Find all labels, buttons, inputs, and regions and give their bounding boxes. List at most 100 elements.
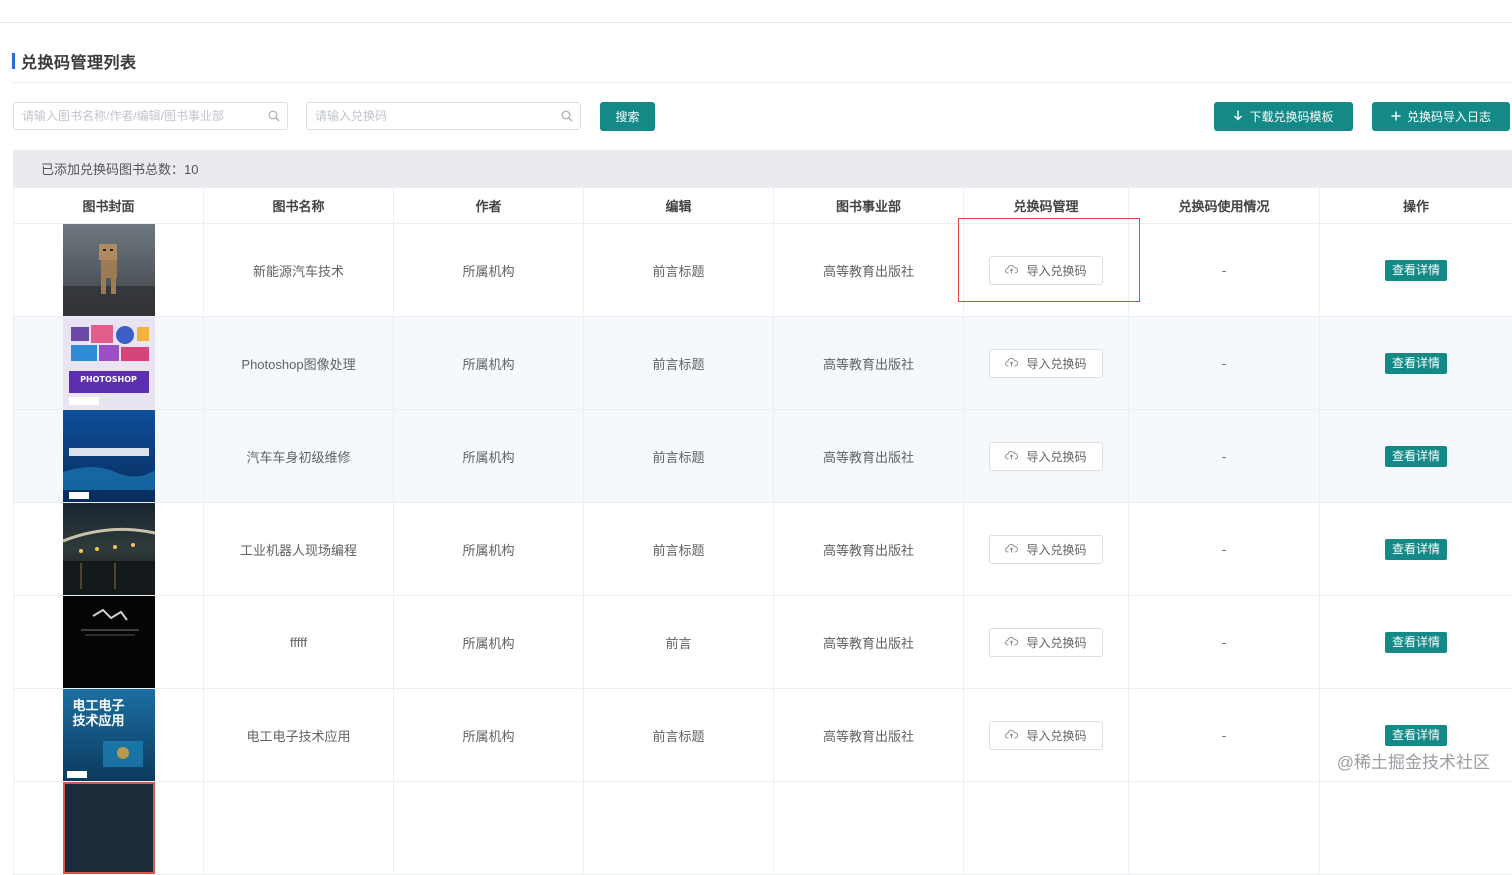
book-cover-image bbox=[63, 503, 155, 595]
column-header-actions: 操作 bbox=[1320, 188, 1512, 224]
code-usage: - bbox=[1129, 596, 1320, 689]
import-code-label: 导入兑换码 bbox=[1026, 355, 1086, 372]
book-cover-image bbox=[63, 782, 155, 874]
book-count-bar: 已添加兑换码图书总数：10 bbox=[13, 150, 1512, 187]
title-divider bbox=[12, 82, 1512, 83]
top-divider bbox=[0, 22, 1512, 23]
import-code-label: 导入兑换码 bbox=[1026, 262, 1086, 279]
import-log-button[interactable]: 兑换码导入日志 bbox=[1372, 102, 1510, 131]
book-cover-image bbox=[63, 596, 155, 688]
cover-text: 电工电子技术应用 bbox=[73, 699, 125, 729]
plus-icon bbox=[1391, 110, 1407, 124]
code-usage: - bbox=[1129, 410, 1320, 503]
import-code-button[interactable]: 导入兑换码 bbox=[989, 628, 1103, 657]
import-code-label: 导入兑换码 bbox=[1026, 541, 1086, 558]
book-cover-image bbox=[63, 410, 155, 502]
book-author: 所属机构 bbox=[394, 503, 584, 596]
search-button[interactable]: 搜索 bbox=[600, 102, 655, 131]
table-row bbox=[14, 782, 1512, 875]
cover-text: PHOTOSHOP bbox=[69, 375, 149, 384]
search-button-label: 搜索 bbox=[615, 108, 639, 125]
table-header-row: 图书封面 图书名称 作者 编辑 图书事业部 兑换码管理 兑换码使用情况 操作 bbox=[14, 188, 1512, 224]
book-author: 所属机构 bbox=[394, 689, 584, 782]
book-dept: 高等教育出版社 bbox=[774, 503, 964, 596]
code-usage: - bbox=[1129, 317, 1320, 410]
book-author: 所属机构 bbox=[394, 596, 584, 689]
table-row: PHOTOSHOP Photoshop图像处理 所属机构 前言标题 高等教育出版… bbox=[14, 317, 1512, 410]
table-row: 工业机器人现场编程 所属机构 前言标题 高等教育出版社 导入兑换码 - 查看详情 bbox=[14, 503, 1512, 596]
column-header-dept: 图书事业部 bbox=[774, 188, 964, 224]
table-row: 汽车车身初级维修 所属机构 前言标题 高等教育出版社 导入兑换码 - 查看详情 bbox=[14, 410, 1512, 503]
download-template-label: 下载兑换码模板 bbox=[1249, 108, 1333, 125]
cloud-upload-icon bbox=[1005, 449, 1026, 463]
book-name: fffff bbox=[204, 596, 394, 689]
import-log-label: 兑换码导入日志 bbox=[1407, 108, 1491, 125]
import-code-button[interactable]: 导入兑换码 bbox=[989, 535, 1103, 564]
book-editor: 前言标题 bbox=[584, 317, 774, 410]
cloud-upload-icon bbox=[1005, 263, 1026, 277]
book-dept: 高等教育出版社 bbox=[774, 224, 964, 317]
column-header-author: 作者 bbox=[394, 188, 584, 224]
redeem-code-table: 图书封面 图书名称 作者 编辑 图书事业部 兑换码管理 兑换码使用情况 操作 bbox=[13, 187, 1512, 875]
import-code-button[interactable]: 导入兑换码 bbox=[989, 442, 1103, 471]
title-accent-bar bbox=[12, 53, 15, 69]
table-row: 新能源汽车技术 所属机构 前言标题 高等教育出版社 导入兑换码 - 查看详情 bbox=[14, 224, 1512, 317]
book-editor: 前言标题 bbox=[584, 503, 774, 596]
view-detail-button[interactable]: 查看详情 bbox=[1385, 260, 1447, 281]
book-editor: 前言 bbox=[584, 596, 774, 689]
book-name: 汽车车身初级维修 bbox=[204, 410, 394, 503]
code-usage: - bbox=[1129, 503, 1320, 596]
column-header-name: 图书名称 bbox=[204, 188, 394, 224]
column-header-code-usage: 兑换码使用情况 bbox=[1129, 188, 1320, 224]
import-code-label: 导入兑换码 bbox=[1026, 634, 1086, 651]
view-detail-button[interactable]: 查看详情 bbox=[1385, 353, 1447, 374]
table-row: fffff 所属机构 前言 高等教育出版社 导入兑换码 - 查看详情 bbox=[14, 596, 1512, 689]
book-editor: 前言标题 bbox=[584, 224, 774, 317]
book-search-input[interactable] bbox=[14, 109, 261, 123]
view-detail-button[interactable]: 查看详情 bbox=[1385, 725, 1447, 746]
book-author: 所属机构 bbox=[394, 317, 584, 410]
search-icon[interactable] bbox=[554, 110, 580, 122]
code-search-input[interactable] bbox=[307, 109, 554, 123]
book-cover-image: 电工电子技术应用 bbox=[63, 689, 155, 781]
column-header-code-manage: 兑换码管理 bbox=[964, 188, 1129, 224]
book-editor: 前言标题 bbox=[584, 410, 774, 503]
search-icon[interactable] bbox=[261, 110, 287, 122]
import-code-button[interactable]: 导入兑换码 bbox=[989, 349, 1103, 378]
book-dept: 高等教育出版社 bbox=[774, 689, 964, 782]
book-dept: 高等教育出版社 bbox=[774, 410, 964, 503]
code-search-box bbox=[306, 102, 581, 130]
page-title-bar: 兑换码管理列表 bbox=[12, 52, 137, 70]
book-search-box bbox=[13, 102, 288, 130]
page-title: 兑换码管理列表 bbox=[21, 49, 137, 73]
download-template-button[interactable]: 下载兑换码模板 bbox=[1214, 102, 1353, 131]
import-code-button[interactable]: 导入兑换码 bbox=[989, 256, 1103, 285]
cloud-upload-icon bbox=[1005, 356, 1026, 370]
book-name: 新能源汽车技术 bbox=[204, 224, 394, 317]
book-author: 所属机构 bbox=[394, 224, 584, 317]
import-code-label: 导入兑换码 bbox=[1026, 727, 1086, 744]
download-arrow-icon bbox=[1233, 110, 1249, 124]
book-name: Photoshop图像处理 bbox=[204, 317, 394, 410]
view-detail-button[interactable]: 查看详情 bbox=[1385, 632, 1447, 653]
book-dept: 高等教育出版社 bbox=[774, 317, 964, 410]
table-row: 电工电子技术应用 电工电子技术应用 所属机构 前言标题 高等教育出版社 导入兑换… bbox=[14, 689, 1512, 782]
column-header-editor: 编辑 bbox=[584, 188, 774, 224]
cloud-upload-icon bbox=[1005, 728, 1026, 742]
view-detail-button[interactable]: 查看详情 bbox=[1385, 539, 1447, 560]
code-usage: - bbox=[1129, 224, 1320, 317]
watermark: @稀土掘金技术社区 bbox=[1337, 748, 1490, 773]
book-dept: 高等教育出版社 bbox=[774, 596, 964, 689]
book-author: 所属机构 bbox=[394, 410, 584, 503]
import-code-label: 导入兑换码 bbox=[1026, 448, 1086, 465]
view-detail-button[interactable]: 查看详情 bbox=[1385, 446, 1447, 467]
book-editor: 前言标题 bbox=[584, 689, 774, 782]
cloud-upload-icon bbox=[1005, 635, 1026, 649]
book-name: 电工电子技术应用 bbox=[204, 689, 394, 782]
book-cover-image: PHOTOSHOP bbox=[63, 317, 155, 409]
book-name: 工业机器人现场编程 bbox=[204, 503, 394, 596]
book-count-text: 已添加兑换码图书总数：10 bbox=[41, 159, 198, 178]
book-cover-image bbox=[63, 224, 155, 316]
import-code-button[interactable]: 导入兑换码 bbox=[989, 721, 1103, 750]
cloud-upload-icon bbox=[1005, 542, 1026, 556]
